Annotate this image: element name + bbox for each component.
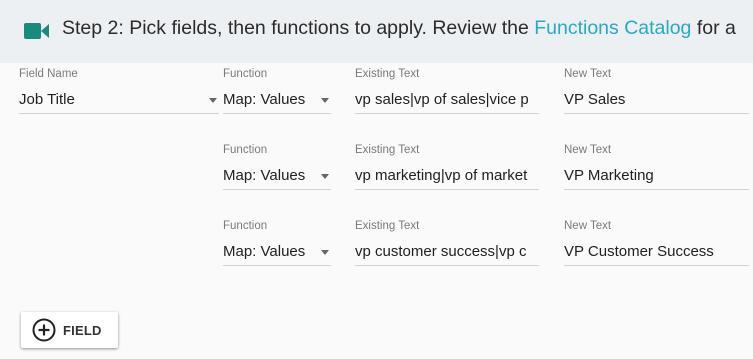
new-text-label: New Text <box>564 144 612 156</box>
existing-text-label: Existing Text <box>355 144 420 156</box>
functions-catalog-link[interactable]: Functions Catalog <box>534 17 691 39</box>
function-select[interactable]: Map: Values <box>223 241 331 266</box>
chevron-down-icon <box>321 250 329 255</box>
video-camera-icon <box>24 21 50 46</box>
step-title-prefix: Step 2: Pick fields, then functions to a… <box>62 17 535 39</box>
function-label: Function <box>223 144 268 156</box>
step-title-suffix: for a <box>691 17 736 39</box>
function-value: Map: Values <box>223 91 306 108</box>
new-text-label: New Text <box>564 220 612 232</box>
add-field-button[interactable]: FIELD <box>21 312 118 348</box>
function-label: Function <box>223 220 268 232</box>
function-value: Map: Values <box>223 167 306 184</box>
new-text-input[interactable]: VP Sales <box>564 89 749 114</box>
chevron-down-icon <box>209 98 217 103</box>
new-text-input[interactable]: VP Marketing <box>564 165 749 190</box>
step-title: Step 2: Pick fields, then functions to a… <box>62 17 736 40</box>
add-field-label: FIELD <box>63 323 102 338</box>
field-name-label: Field Name <box>19 68 78 80</box>
new-text-label: New Text <box>564 68 612 80</box>
existing-text-input[interactable]: vp sales|vp of sales|vice p <box>355 89 539 114</box>
existing-text-label: Existing Text <box>355 68 420 80</box>
step-header: Step 2: Pick fields, then functions to a… <box>0 0 753 63</box>
field-name-value: Job Title <box>19 91 75 108</box>
chevron-down-icon <box>321 98 329 103</box>
function-select[interactable]: Map: Values <box>223 165 331 190</box>
function-select[interactable]: Map: Values <box>223 89 331 114</box>
function-value: Map: Values <box>223 243 306 260</box>
function-label: Function <box>223 68 268 80</box>
field-name-select[interactable]: Job Title <box>19 89 219 114</box>
existing-text-input[interactable]: vp customer success|vp c <box>355 241 539 266</box>
existing-text-label: Existing Text <box>355 220 420 232</box>
chevron-down-icon <box>321 174 329 179</box>
plus-circle-icon <box>32 318 56 347</box>
existing-text-input[interactable]: vp marketing|vp of market <box>355 165 539 190</box>
new-text-input[interactable]: VP Customer Success <box>564 241 749 266</box>
